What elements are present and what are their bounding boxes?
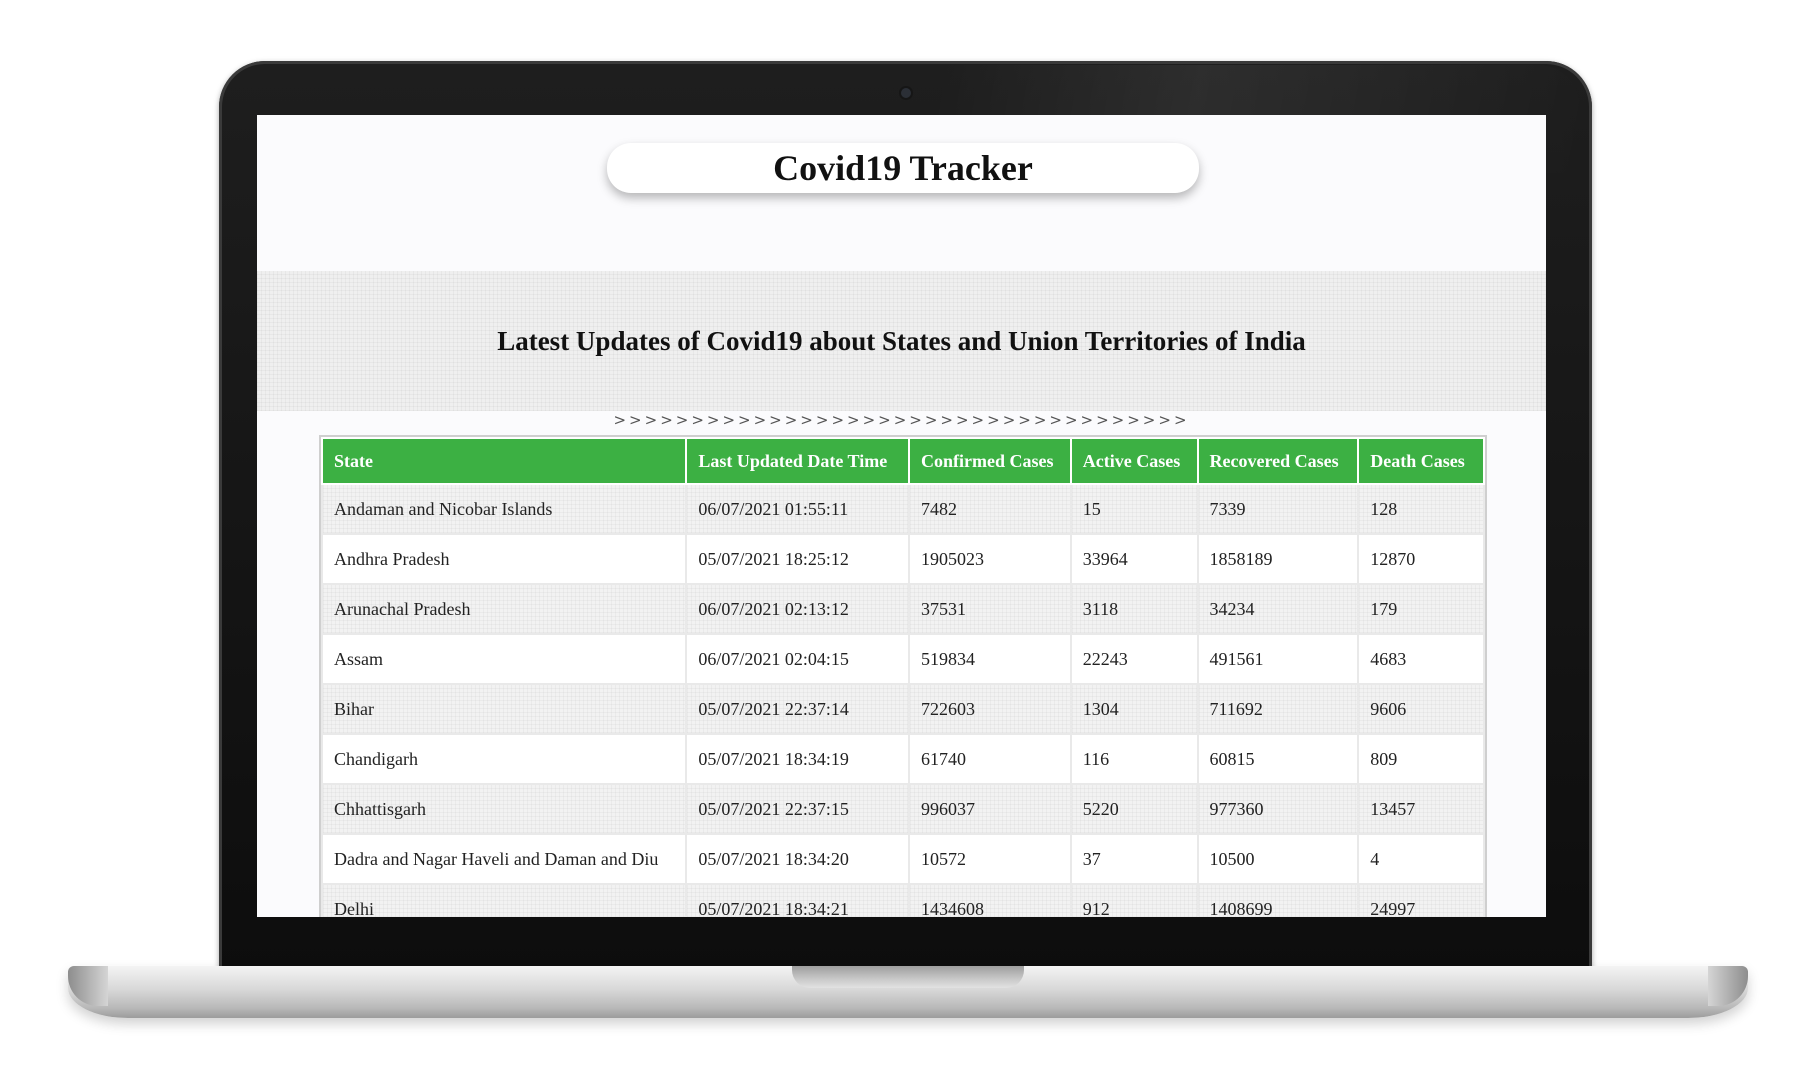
cell-active: 15 [1069,483,1199,535]
cell-confirmed: 10572 [907,833,1072,885]
cell-active: 116 [1069,733,1199,785]
cell-deaths: 809 [1357,733,1485,785]
cell-recovered: 34234 [1196,583,1360,635]
cell-confirmed: 1434608 [907,883,1072,917]
cell-deaths: 4683 [1357,633,1485,685]
cell-active: 37 [1069,833,1199,885]
base-edge-right [1708,966,1748,1006]
cell-last-updated: 05/07/2021 18:34:20 [685,833,910,885]
cell-active: 912 [1069,883,1199,917]
cell-deaths: 13457 [1357,783,1485,835]
table-row: Delhi 05/07/2021 18:34:21 1434608 912 14… [320,883,1485,917]
table-row: Assam 06/07/2021 02:04:15 519834 22243 4… [320,633,1485,685]
page-subtitle: Latest Updates of Covid19 about States a… [497,325,1306,356]
cell-last-updated: 06/07/2021 02:04:15 [685,633,910,685]
cell-last-updated: 05/07/2021 18:34:21 [685,883,910,917]
cell-last-updated: 06/07/2021 01:55:11 [685,483,910,535]
page-title: Covid19 Tracker [773,148,1033,188]
cell-active: 3118 [1069,583,1199,635]
cell-recovered: 60815 [1196,733,1360,785]
cell-confirmed: 1905023 [907,533,1072,585]
cell-active: 33964 [1069,533,1199,585]
cell-confirmed: 61740 [907,733,1072,785]
cell-state: Andhra Pradesh [320,533,688,585]
cell-recovered: 1408699 [1196,883,1360,917]
table-header-row: State Last Updated Date Time Confirmed C… [320,437,1485,485]
cell-active: 22243 [1069,633,1199,685]
cell-deaths: 4 [1357,833,1485,885]
column-header-state[interactable]: State [320,437,688,485]
cell-state: Andaman and Nicobar Islands [320,483,688,535]
arrow-divider: >>>>>>>>>>>>>>>>>>>>>>>>>>>>>>>>>>>>> [613,411,1190,429]
table-row: Chhattisgarh 05/07/2021 22:37:15 996037 … [320,783,1485,835]
cell-recovered: 7339 [1196,483,1360,535]
column-header-deaths[interactable]: Death Cases [1357,437,1485,485]
cell-last-updated: 05/07/2021 18:34:19 [685,733,910,785]
subtitle-banner: Latest Updates of Covid19 about States a… [257,271,1546,411]
table-body: Andaman and Nicobar Islands 06/07/2021 0… [320,483,1485,917]
table-row: Chandigarh 05/07/2021 18:34:19 61740 116… [320,733,1485,785]
cell-deaths: 12870 [1357,533,1485,585]
cell-recovered: 711692 [1196,683,1360,735]
covid-table-container: State Last Updated Date Time Confirmed C… [319,435,1487,917]
column-header-last-updated[interactable]: Last Updated Date Time [685,437,910,485]
cell-state: Chhattisgarh [320,783,688,835]
cell-state: Assam [320,633,688,685]
webcam-icon [901,88,911,98]
table-row: Arunachal Pradesh 06/07/2021 02:13:12 37… [320,583,1485,635]
cell-state: Chandigarh [320,733,688,785]
column-header-confirmed[interactable]: Confirmed Cases [907,437,1072,485]
lid-opening-notch [792,966,1024,988]
table-row: Dadra and Nagar Haveli and Daman and Diu… [320,833,1485,885]
table-row: Bihar 05/07/2021 22:37:14 722603 1304 71… [320,683,1485,735]
laptop-mockup: Covid19 Tracker Latest Updates of Covid1… [0,0,1798,1080]
cell-last-updated: 05/07/2021 22:37:14 [685,683,910,735]
cell-recovered: 1858189 [1196,533,1360,585]
cell-state: Dadra and Nagar Haveli and Daman and Diu [320,833,688,885]
cell-confirmed: 722603 [907,683,1072,735]
cell-recovered: 491561 [1196,633,1360,685]
title-card: Covid19 Tracker [607,143,1199,193]
cell-state: Delhi [320,883,688,917]
cell-active: 5220 [1069,783,1199,835]
base-edge-left [68,966,108,1006]
cell-deaths: 24997 [1357,883,1485,917]
covid-table: State Last Updated Date Time Confirmed C… [320,437,1485,917]
cell-last-updated: 05/07/2021 18:25:12 [685,533,910,585]
cell-active: 1304 [1069,683,1199,735]
cell-recovered: 10500 [1196,833,1360,885]
cell-deaths: 179 [1357,583,1485,635]
cell-confirmed: 519834 [907,633,1072,685]
cell-state: Bihar [320,683,688,735]
column-header-active[interactable]: Active Cases [1069,437,1199,485]
cell-confirmed: 996037 [907,783,1072,835]
cell-last-updated: 05/07/2021 22:37:15 [685,783,910,835]
table-row: Andhra Pradesh 05/07/2021 18:25:12 19050… [320,533,1485,585]
cell-confirmed: 37531 [907,583,1072,635]
cell-confirmed: 7482 [907,483,1072,535]
cell-last-updated: 06/07/2021 02:13:12 [685,583,910,635]
cell-deaths: 9606 [1357,683,1485,735]
table-row: Andaman and Nicobar Islands 06/07/2021 0… [320,483,1485,535]
cell-deaths: 128 [1357,483,1485,535]
cell-recovered: 977360 [1196,783,1360,835]
laptop-screen: Covid19 Tracker Latest Updates of Covid1… [257,115,1546,917]
cell-state: Arunachal Pradesh [320,583,688,635]
column-header-recovered[interactable]: Recovered Cases [1196,437,1360,485]
